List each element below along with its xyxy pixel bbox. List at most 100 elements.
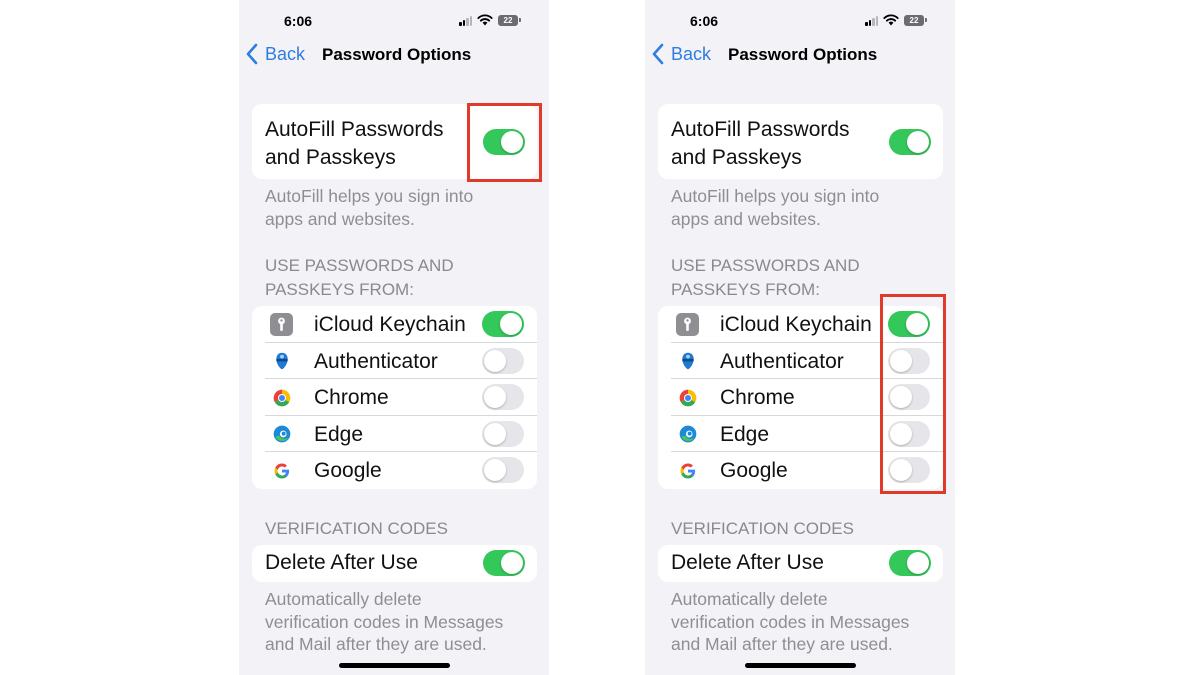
provider-row-icloud-keychain[interactable]: iCloud Keychain [252,306,537,343]
chrome-icon [270,386,293,409]
authenticator-toggle[interactable] [482,347,524,374]
delete-footer-line3: and Mail after they are used. [265,634,487,654]
authenticator-icon [676,350,699,373]
provider-label: iCloud Keychain [720,313,872,336]
google-icon [676,459,699,482]
wifi-icon [883,14,899,26]
chrome-icon [676,386,699,409]
back-button[interactable]: Back [651,43,711,65]
provider-row-chrome[interactable]: Chrome [658,379,943,416]
autofill-footer-line1: AutoFill helps you sign into [671,186,880,206]
provider-row-google[interactable]: Google [658,452,943,489]
edge-toggle[interactable] [888,420,930,447]
providers-header-line2: PASSKEYS FROM: [265,280,414,299]
delete-after-use-toggle[interactable] [483,550,525,576]
chrome-toggle[interactable] [888,384,930,411]
autofill-footer-line1: AutoFill helps you sign into [265,186,474,206]
autofill-footer: AutoFill helps you sign into apps and we… [671,185,936,230]
home-indicator[interactable] [745,663,856,668]
chevron-left-icon [652,43,664,65]
provider-label: Edge [314,422,364,446]
toggle-knob [890,349,912,372]
provider-label: Authenticator [314,349,438,373]
keychain-icon [676,313,699,336]
back-label: Back [671,43,712,64]
toggle-knob [484,349,506,372]
providers-card: iCloud Keychain Authenticator Chrome Edg… [658,306,943,489]
providers-header-line1: USE PASSWORDS AND [671,256,860,275]
status-icons: 22 [459,13,521,27]
delete-footer: Automatically delete verification codes … [671,588,936,656]
icloud-keychain-toggle[interactable] [888,311,930,337]
provider-row-authenticator[interactable]: Authenticator [658,343,943,380]
battery-icon: 22 [498,14,521,26]
provider-label: Authenticator [720,349,844,373]
icloud-keychain-toggle[interactable] [482,311,524,337]
edge-icon [676,423,699,446]
providers-section-header: USE PASSWORDS AND PASSKEYS FROM: [265,254,535,302]
providers-card: iCloud Keychain Authenticator Chrome Edg… [252,306,537,489]
providers-header-line2: PASSKEYS FROM: [671,280,820,299]
autofill-label: AutoFill Passwords and Passkeys [671,116,850,172]
delete-after-use-label: Delete After Use [671,551,824,574]
toggle-knob [907,552,929,574]
home-indicator[interactable] [339,663,450,668]
page-title: Password Options [322,45,472,64]
page-title: Password Options [728,45,878,64]
toggle-knob [890,422,912,445]
delete-footer-line3: and Mail after they are used. [671,634,893,654]
google-icon [270,459,293,482]
autofill-footer-line2: apps and websites. [671,208,821,229]
status-bar: 6:06 22 [645,0,955,40]
battery-icon: 22 [904,14,927,26]
delete-after-use-card: Delete After Use [658,545,943,582]
delete-footer-line2: verification codes in Messages [671,611,910,632]
status-time: 6:06 [284,13,313,29]
provider-label: iCloud Keychain [314,313,466,336]
toggle-knob [890,459,912,482]
autofill-footer: AutoFill helps you sign into apps and we… [265,185,530,230]
edge-toggle[interactable] [482,420,524,447]
autofill-card: AutoFill Passwords and Passkeys [658,104,943,179]
google-toggle[interactable] [888,457,930,484]
toggle-knob [906,313,928,335]
google-toggle[interactable] [482,457,524,484]
back-button[interactable]: Back [245,43,305,65]
back-label: Back [265,43,306,64]
delete-footer-line1: Automatically delete [671,589,828,609]
autofill-label-line2: and Passkeys [671,146,802,169]
provider-label: Chrome [720,386,795,410]
autofill-toggle[interactable] [483,129,525,155]
signal-icon [459,15,472,26]
wifi-icon [477,14,493,26]
toggle-knob [501,552,523,574]
delete-footer-line1: Automatically delete [265,589,422,609]
autofill-label-line2: and Passkeys [265,146,396,169]
delete-after-use-label: Delete After Use [265,551,418,574]
authenticator-icon [270,350,293,373]
chevron-left-icon [246,43,258,65]
provider-label: Google [314,459,382,483]
provider-row-google[interactable]: Google [252,452,537,489]
autofill-toggle[interactable] [889,129,931,155]
provider-row-icloud-keychain[interactable]: iCloud Keychain [658,306,943,343]
toggle-knob [890,386,912,409]
verification-section-header: VERIFICATION CODES [265,519,448,538]
chrome-toggle[interactable] [482,384,524,411]
autofill-label-line1: AutoFill Passwords [671,118,850,141]
providers-header-line1: USE PASSWORDS AND [265,256,454,275]
autofill-label-line1: AutoFill Passwords [265,118,444,141]
navigation-bar: Back Password Options [645,40,955,72]
autofill-card: AutoFill Passwords and Passkeys [252,104,537,179]
provider-row-edge[interactable]: Edge [252,416,537,453]
status-bar: 6:06 22 [239,0,549,40]
provider-row-edge[interactable]: Edge [658,416,943,453]
authenticator-toggle[interactable] [888,347,930,374]
status-time: 6:06 [690,13,719,29]
autofill-footer-line2: apps and websites. [265,208,415,229]
provider-row-chrome[interactable]: Chrome [252,379,537,416]
delete-after-use-toggle[interactable] [889,550,931,576]
status-icons: 22 [865,13,927,27]
provider-row-authenticator[interactable]: Authenticator [252,343,537,380]
providers-section-header: USE PASSWORDS AND PASSKEYS FROM: [671,254,941,302]
